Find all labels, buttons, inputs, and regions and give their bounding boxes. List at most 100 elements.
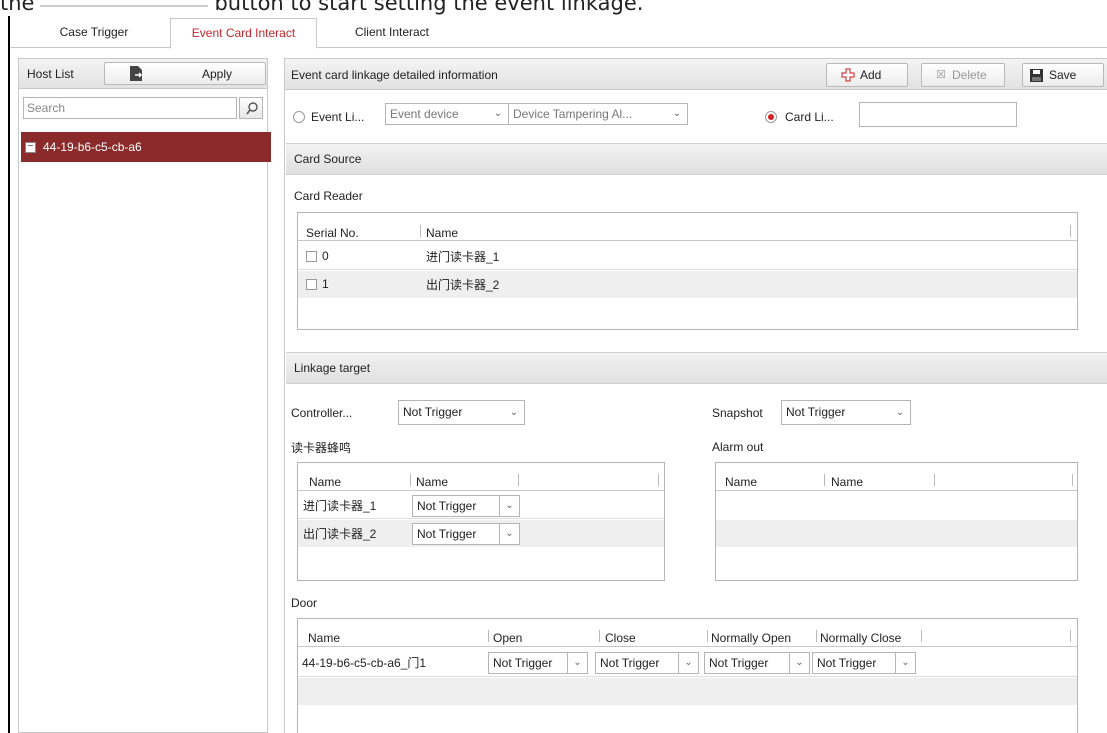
column-separator — [599, 630, 600, 642]
door-close-value: Not Trigger — [600, 656, 660, 670]
table-row[interactable]: 进门读卡器_1 Not Trigger ⌄ — [298, 492, 664, 519]
host-item-label: 44-19-b6-c5-cb-a6 — [43, 140, 142, 154]
event-device-select[interactable]: Event device ⌄ — [385, 103, 509, 125]
add-button[interactable]: Add — [826, 63, 908, 87]
column-separator — [707, 630, 708, 642]
chevron-down-icon: ⌄ — [895, 407, 905, 418]
column-header: Name — [725, 475, 758, 489]
save-button[interactable]: Save — [1022, 63, 1104, 87]
search-input[interactable]: Search — [23, 97, 237, 119]
save-label: Save — [1049, 68, 1077, 82]
controller-select[interactable]: Not Trigger ⌄ — [398, 400, 525, 425]
linkage-target-header: Linkage target — [286, 352, 1107, 384]
snapshot-select[interactable]: Not Trigger ⌄ — [781, 400, 911, 425]
name-cell: 出门读卡器_2 — [303, 527, 377, 541]
card-linkage-input[interactable] — [859, 102, 1017, 127]
alarm-out-table: Name Name — [715, 462, 1078, 581]
delete-icon: ☒ — [936, 69, 946, 81]
column-separator — [518, 474, 519, 486]
name-cell: 出门读卡器_2 — [426, 278, 500, 292]
name-cell: 进门读卡器_1 — [303, 499, 377, 513]
serial-cell: 0 — [322, 249, 329, 263]
chevron-down-icon: ⌄ — [499, 496, 519, 516]
door-open-value: Not Trigger — [493, 656, 553, 670]
row-checkbox[interactable] — [306, 251, 317, 262]
detail-header: Event card linkage detailed information … — [285, 59, 1107, 90]
buzzer-trigger-value: Not Trigger — [417, 499, 477, 513]
host-item[interactable]: − 44-19-b6-c5-cb-a6 — [21, 132, 271, 162]
snapshot-label: Snapshot — [712, 406, 763, 420]
column-header: Name — [831, 475, 864, 489]
door-table: Name Open Close Normally Open Normally C… — [297, 618, 1078, 733]
card-linkage-radio[interactable] — [765, 111, 777, 123]
snapshot-value: Not Trigger — [786, 405, 846, 419]
plus-icon — [841, 68, 855, 82]
chevron-down-icon: ⌄ — [672, 108, 682, 119]
alarm-out-table-header: Name Name — [716, 463, 1077, 491]
column-header: Serial No. — [306, 226, 359, 240]
buzzer-trigger-select[interactable]: Not Trigger ⌄ — [412, 523, 520, 545]
buzzer-label: 读卡器蜂鸣 — [291, 441, 352, 455]
card-source-header: Card Source — [286, 143, 1107, 175]
inline-button-image — [40, 1, 209, 7]
buzzer-table: Name Name 进门读卡器_1 Not Trigger ⌄ 出门读卡器_2 … — [297, 462, 665, 581]
event-linkage-label: Event Li... — [311, 110, 365, 124]
delete-button[interactable]: ☒ Delete — [921, 63, 1005, 87]
empty-row — [716, 520, 1077, 547]
door-normally-open-select[interactable]: Not Trigger ⌄ — [704, 652, 810, 674]
chevron-down-icon: ⌄ — [509, 407, 519, 418]
row-checkbox[interactable] — [306, 279, 317, 290]
chevron-down-icon: ⌄ — [499, 524, 519, 544]
alarm-out-label: Alarm out — [712, 440, 764, 454]
column-separator — [816, 630, 817, 642]
event-type-select[interactable]: Device Tampering Al... ⌄ — [508, 103, 688, 125]
column-header: Close — [605, 631, 636, 645]
door-normally-close-select[interactable]: Not Trigger ⌄ — [812, 652, 916, 674]
table-row[interactable]: 1 出门读卡器_2 — [298, 271, 1077, 298]
column-header: Name — [308, 631, 341, 645]
host-list-header: Host List Apply — [19, 59, 267, 89]
column-separator — [488, 630, 489, 642]
controller-label: Controller... — [291, 406, 353, 420]
door-close-select[interactable]: Not Trigger ⌄ — [595, 652, 699, 674]
document-instruction-text: the button to start setting the event li… — [0, 0, 644, 15]
detail-panel: Event card linkage detailed information … — [284, 58, 1107, 733]
column-header: Normally Close — [820, 631, 902, 645]
door-normally-close-value: Not Trigger — [817, 656, 877, 670]
column-separator — [1070, 630, 1071, 642]
empty-row — [298, 678, 1077, 705]
collapse-icon[interactable]: − — [25, 142, 36, 153]
chevron-down-icon: ⌄ — [493, 108, 503, 119]
column-separator — [1072, 474, 1073, 486]
card-reader-table-header: Serial No. Name — [298, 213, 1077, 241]
controller-value: Not Trigger — [403, 405, 463, 419]
table-row[interactable]: 44-19-b6-c5-cb-a6_门1 Not Trigger ⌄ Not T… — [298, 648, 1077, 677]
column-separator — [658, 474, 659, 486]
column-header: Name — [416, 475, 449, 489]
tab-client-interact[interactable]: Client Interact — [317, 18, 467, 48]
table-row[interactable]: 出门读卡器_2 Not Trigger ⌄ — [298, 520, 664, 547]
add-label: Add — [860, 68, 882, 82]
column-separator — [410, 474, 411, 486]
event-device-value: Event device — [390, 107, 459, 121]
delete-label: Delete — [952, 68, 987, 82]
tab-event-card-interact[interactable]: Event Card Interact — [170, 18, 317, 49]
event-linkage-radio[interactable] — [293, 111, 305, 123]
column-separator — [1070, 225, 1071, 237]
card-reader-label: Card Reader — [294, 189, 363, 203]
column-separator — [824, 474, 825, 486]
tab-case-trigger[interactable]: Case Trigger — [18, 18, 170, 48]
apply-icon — [130, 66, 142, 81]
save-icon — [1030, 69, 1043, 82]
apply-button[interactable]: Apply — [104, 62, 266, 85]
host-list-panel: Host List Apply Search − 44-19-b6-c5-cb-… — [18, 58, 271, 733]
door-name-cell: 44-19-b6-c5-cb-a6_门1 — [302, 656, 427, 670]
table-row[interactable]: 0 进门读卡器_1 — [298, 242, 1077, 270]
buzzer-trigger-select[interactable]: Not Trigger ⌄ — [412, 495, 520, 517]
chevron-down-icon: ⌄ — [895, 653, 915, 673]
column-separator — [921, 630, 922, 642]
search-button[interactable] — [239, 97, 263, 119]
door-open-select[interactable]: Not Trigger ⌄ — [488, 652, 588, 674]
chevron-down-icon: ⌄ — [678, 653, 698, 673]
door-label: Door — [291, 596, 318, 610]
